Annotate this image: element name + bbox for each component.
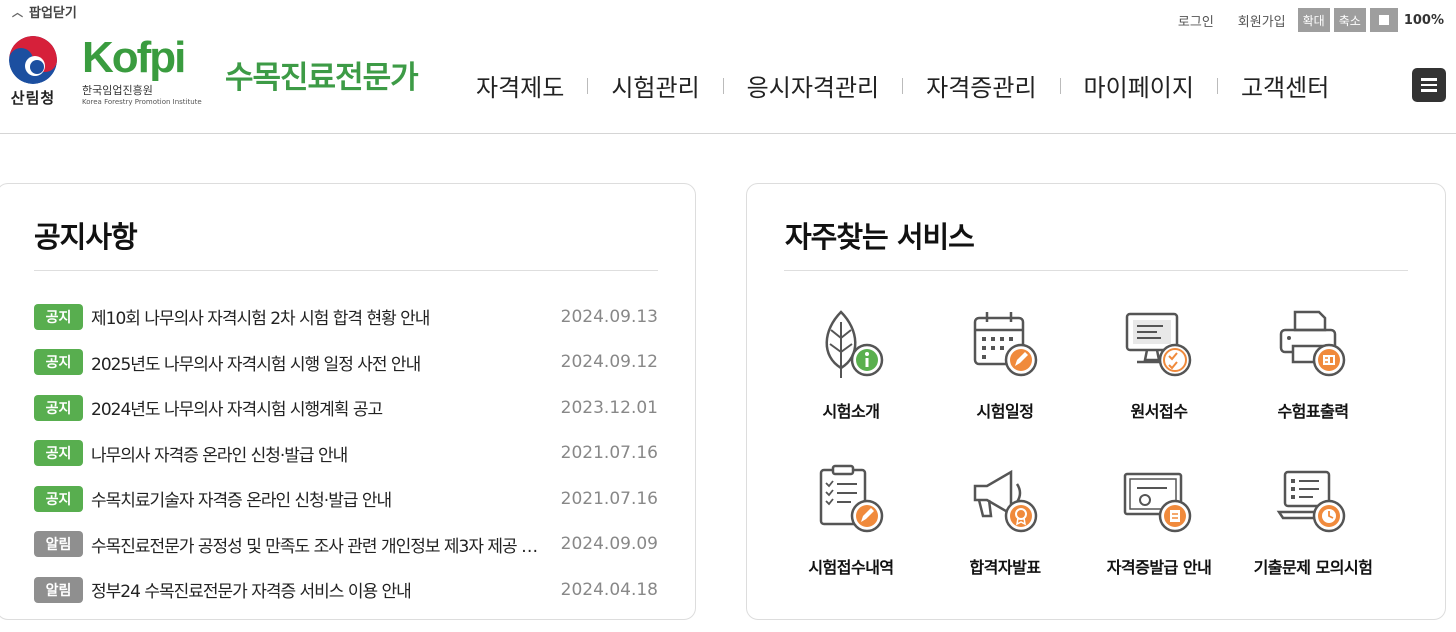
nav-item-mypage[interactable]: 마이페이지 xyxy=(1084,68,1194,103)
nav-divider xyxy=(722,77,724,94)
notice-badge: 공지 xyxy=(34,394,83,421)
quick-services-panel: 자주찾는 서비스 시험소개 시험일정 원서접수 수험표출력 시험접수내역 합격자… xyxy=(746,183,1446,620)
nav-divider xyxy=(1216,77,1218,94)
notice-item[interactable]: 알림 정부24 수목진료전문가 자격증 서비스 이용 안내 2024.04.18 xyxy=(34,567,658,613)
notice-item[interactable]: 공지 수목치료기술자 자격증 온라인 신청·발급 안내 2021.07.16 xyxy=(34,476,658,522)
service-label: 시험접수내역 xyxy=(808,558,894,577)
notice-item-title[interactable]: 2024년도 나무의사 자격시험 시행계획 공고 xyxy=(91,395,545,420)
zoom-level: 100% xyxy=(1403,12,1444,28)
nav-divider xyxy=(1059,77,1061,94)
zoom-out-button[interactable]: 축소 xyxy=(1333,8,1366,32)
utility-bar: 로그인 회원가입 확대 축소 100% xyxy=(1178,8,1444,32)
service-label: 합격자발표 xyxy=(969,558,1041,577)
notice-list: 공지 제10회 나무의사 자격시험 2차 시험 합격 현황 안내 2024.09… xyxy=(34,294,658,613)
chevron-up-icon: ︿ xyxy=(12,5,23,19)
notice-item-title[interactable]: 나무의사 자격증 온라인 신청·발급 안내 xyxy=(91,441,545,466)
notice-item-date: 2021.07.16 xyxy=(560,443,658,464)
service-results[interactable]: 합격자발표 xyxy=(928,460,1082,578)
notice-item[interactable]: 공지 제10회 나무의사 자격시험 2차 시험 합격 현황 안내 2024.09… xyxy=(34,294,658,340)
notice-item-title[interactable]: 제10회 나무의사 자격시험 2차 시험 합격 현황 안내 xyxy=(91,304,545,329)
notice-item-title[interactable]: 수목진료전문가 공정성 및 만족도 조사 관련 개인정보 제3자 제공 안내 xyxy=(91,532,545,557)
nav-item-support[interactable]: 고객센터 xyxy=(1241,68,1329,103)
site-header: ︿ 팝업닫기 로그인 회원가입 확대 축소 100% 산림청 Kofpi 한국임… xyxy=(0,0,1456,134)
service-label: 원서접수 xyxy=(1130,402,1188,421)
site-title[interactable]: 수목진료전문가 xyxy=(225,52,419,97)
popup-close-label: 팝업닫기 xyxy=(29,6,77,21)
notice-item[interactable]: 공지 2025년도 나무의사 자격시험 시행 일정 사전 안내 2024.09.… xyxy=(34,340,658,386)
leaf-info-icon xyxy=(825,310,884,378)
printer-icon xyxy=(1279,310,1346,377)
notice-item-date: 2024.09.09 xyxy=(560,534,658,555)
service-past-exams[interactable]: 기출문제 모의시험 xyxy=(1236,460,1390,578)
hamburger-menu-button[interactable] xyxy=(1412,68,1446,102)
service-application-history[interactable]: 시험접수내역 xyxy=(774,460,928,578)
calendar-icon xyxy=(973,312,1038,377)
service-label: 자격증발급 안내 xyxy=(1106,558,1212,577)
nav-item-certificate[interactable]: 자격증관리 xyxy=(926,68,1036,103)
notice-badge: 공지 xyxy=(34,349,83,376)
main-nav: 자격제도 시험관리 응시자격관리 자격증관리 마이페이지 고객센터 xyxy=(476,68,1329,103)
notice-item-date: 2024.04.18 xyxy=(560,579,658,600)
nav-divider xyxy=(587,77,589,94)
notice-item-title[interactable]: 정부24 수목진료전문가 자격증 서비스 이용 안내 xyxy=(91,577,545,602)
service-label: 시험일정 xyxy=(976,402,1034,421)
nav-item-exam[interactable]: 시험관리 xyxy=(611,68,699,103)
notice-item-date: 2023.12.01 xyxy=(560,397,658,418)
notice-badge: 공지 xyxy=(34,485,83,512)
services-title: 자주찾는 서비스 xyxy=(785,220,975,254)
notice-badge: 공지 xyxy=(34,440,83,467)
alert-badge: 알림 xyxy=(34,531,83,558)
service-label: 수험표출력 xyxy=(1277,402,1349,421)
taegeuk-emblem-icon xyxy=(9,36,57,84)
kofpi-english-name: Korea Forestry Promotion Institute xyxy=(82,98,202,106)
notice-title[interactable]: 공지사항 xyxy=(34,214,138,256)
service-exam-intro[interactable]: 시험소개 xyxy=(774,304,928,422)
service-application[interactable]: 원서접수 xyxy=(1082,304,1236,422)
signup-link[interactable]: 회원가입 xyxy=(1238,11,1286,30)
notice-item-date: 2024.09.12 xyxy=(560,352,658,373)
forest-service-label: 산림청 xyxy=(10,89,56,107)
alert-badge: 알림 xyxy=(34,576,83,603)
notice-item-title[interactable]: 수목치료기술자 자격증 온라인 신청·발급 안내 xyxy=(91,486,545,511)
forest-service-logo[interactable]: 산림청 xyxy=(8,36,58,108)
notice-item-date: 2021.07.16 xyxy=(560,488,658,509)
square-icon xyxy=(1378,15,1389,25)
nav-item-eligibility[interactable]: 응시자격관리 xyxy=(747,68,879,103)
kofpi-wordmark: Kofpi xyxy=(82,33,186,82)
kofpi-korean-name: 한국임업진흥원 xyxy=(82,84,153,97)
notice-item-title[interactable]: 2025년도 나무의사 자격시험 시행 일정 사전 안내 xyxy=(91,350,545,375)
notice-badge: 공지 xyxy=(34,303,83,330)
popup-close-button[interactable]: ︿ 팝업닫기 xyxy=(12,2,77,22)
zoom-reset-button[interactable] xyxy=(1369,8,1398,32)
megaphone-icon xyxy=(973,469,1038,533)
service-certificate-issuance[interactable]: 자격증발급 안내 xyxy=(1082,460,1236,578)
divider xyxy=(784,270,1408,271)
clipboard-icon xyxy=(819,464,884,533)
certificate-icon xyxy=(1123,472,1192,533)
kofpi-logo[interactable]: Kofpi 한국임업진흥원 Korea Forestry Promotion I… xyxy=(82,33,207,107)
service-label: 시험소개 xyxy=(822,402,880,421)
notice-item[interactable]: 공지 2024년도 나무의사 자격시험 시행계획 공고 2023.12.01 xyxy=(34,385,658,431)
notice-panel: 공지사항 공지 제10회 나무의사 자격시험 2차 시험 합격 현황 안내 20… xyxy=(0,183,696,620)
zoom-in-button[interactable]: 확대 xyxy=(1297,8,1330,32)
divider xyxy=(34,270,658,271)
service-label: 기출문제 모의시험 xyxy=(1253,558,1373,577)
nav-divider xyxy=(902,77,904,94)
hamburger-icon xyxy=(1421,78,1437,81)
login-link[interactable]: 로그인 xyxy=(1178,11,1214,30)
nav-item-qualification[interactable]: 자격제도 xyxy=(476,68,564,103)
notice-item-date: 2024.09.13 xyxy=(560,306,658,327)
laptop-clock-icon xyxy=(1276,470,1346,533)
computer-check-icon xyxy=(1125,312,1192,377)
service-exam-schedule[interactable]: 시험일정 xyxy=(928,304,1082,422)
notice-item[interactable]: 공지 나무의사 자격증 온라인 신청·발급 안내 2021.07.16 xyxy=(34,431,658,477)
service-print-admission[interactable]: 수험표출력 xyxy=(1236,304,1390,422)
notice-item[interactable]: 알림 수목진료전문가 공정성 및 만족도 조사 관련 개인정보 제3자 제공 안… xyxy=(34,522,658,568)
